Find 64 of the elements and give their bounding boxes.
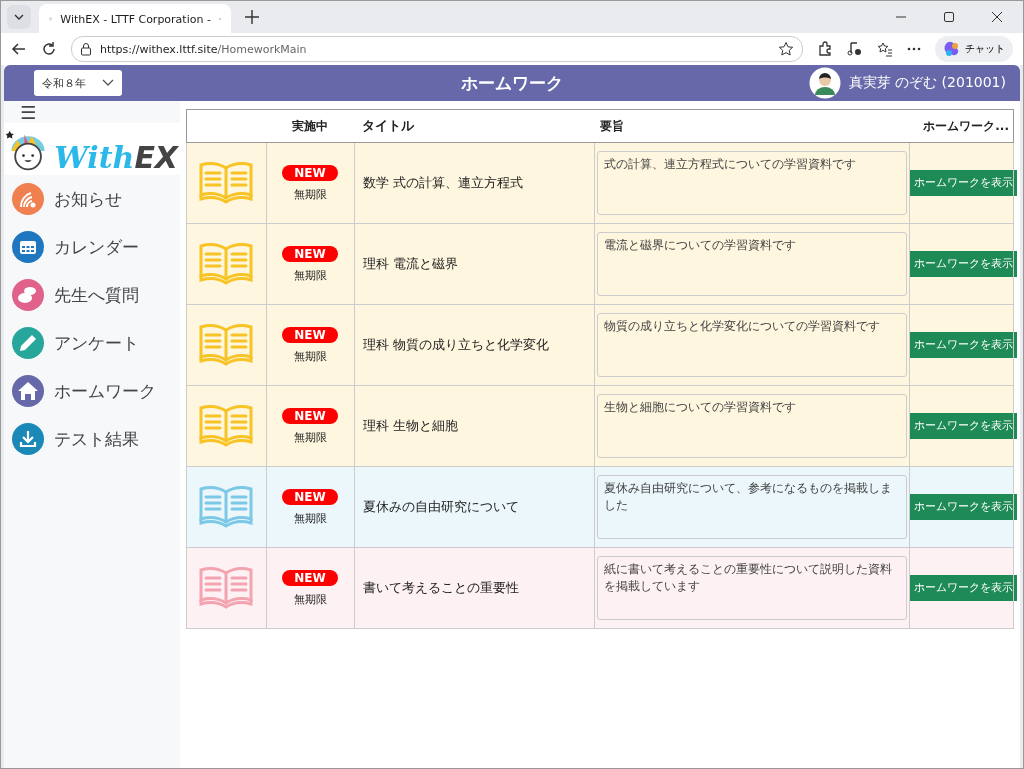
homework-title: 理科 電流と磁界 bbox=[362, 256, 458, 271]
summary-field[interactable]: 夏休み自由研究について、参考になるものを掲載しました bbox=[596, 475, 907, 539]
homework-title: 理科 生物と細胞 bbox=[362, 418, 458, 433]
nav-item[interactable]: カレンダー bbox=[4, 223, 180, 271]
new-badge: NEW bbox=[282, 488, 338, 505]
deadline-text: 無期限 bbox=[293, 267, 327, 283]
back-icon[interactable] bbox=[11, 41, 27, 57]
deadline-text: 無期限 bbox=[293, 510, 327, 526]
reload-icon[interactable] bbox=[41, 41, 57, 57]
column-header: 実施中 bbox=[292, 118, 328, 133]
browser-tab[interactable]: WithEX - LTTF Corporation - bbox=[39, 4, 231, 34]
new-badge: NEW bbox=[282, 245, 338, 262]
summary-field[interactable]: 物質の成り立ちと化学変化についての学習資料です bbox=[596, 313, 907, 377]
summary-field[interactable]: 式の計算、連立方程式についての学習資料です bbox=[596, 151, 907, 215]
summary-field[interactable]: 紙に書いて考えることの重要性について説明した資料を掲載しています bbox=[596, 556, 907, 620]
column-header: ホームワーク... bbox=[923, 118, 1009, 133]
show-homework-button[interactable]: ホームワークを表示 bbox=[909, 494, 1017, 520]
deadline-text: 無期限 bbox=[293, 429, 327, 445]
show-homework-button[interactable]: ホームワークを表示 bbox=[909, 251, 1017, 277]
nav-item[interactable]: 先生へ質問 bbox=[4, 271, 180, 319]
homework-title: 理科 物質の成り立ちと化学変化 bbox=[362, 337, 549, 352]
nav-item[interactable]: ホームワーク bbox=[4, 367, 180, 415]
avatar bbox=[808, 67, 841, 99]
homework-title: 書いて考えることの重要性 bbox=[362, 580, 519, 595]
nav-item[interactable]: お知らせ bbox=[4, 175, 180, 223]
show-homework-button[interactable]: ホームワークを表示 bbox=[909, 170, 1017, 196]
user-name: 真実芽 のぞむ (201001) bbox=[848, 74, 1006, 92]
deadline-text: 無期限 bbox=[293, 591, 327, 607]
menu-icon[interactable]: ☰ bbox=[20, 103, 37, 123]
nav-item[interactable]: テスト結果 bbox=[4, 415, 180, 463]
favorites-icon[interactable] bbox=[877, 41, 893, 57]
deadline-text: 無期限 bbox=[293, 348, 327, 364]
copilot-button[interactable]: チャット bbox=[935, 36, 1013, 62]
url-host: https://withex.lttf.site bbox=[100, 42, 218, 56]
show-homework-button[interactable]: ホームワークを表示 bbox=[909, 332, 1017, 358]
star-icon[interactable] bbox=[778, 41, 794, 57]
url-path: /HomeworkMain bbox=[217, 42, 307, 56]
tab-list-icon[interactable] bbox=[7, 5, 31, 29]
new-tab-icon[interactable] bbox=[245, 10, 259, 24]
year-select[interactable]: 令和８年 bbox=[34, 70, 122, 96]
maximize-icon[interactable] bbox=[943, 11, 955, 23]
address-bar[interactable]: https://withex.lttf.site/HomeworkMain bbox=[71, 36, 803, 62]
summary-field[interactable]: 電流と磁界についての学習資料です bbox=[596, 232, 907, 296]
logo: WithEX bbox=[4, 123, 180, 175]
homework-title: 夏休みの自由研究について bbox=[362, 499, 519, 514]
deadline-text: 無期限 bbox=[293, 186, 327, 202]
summary-field[interactable]: 生物と細胞についての学習資料です bbox=[596, 394, 907, 458]
homework-title: 数学 式の計算、連立方程式 bbox=[362, 175, 523, 190]
music-icon[interactable] bbox=[847, 41, 863, 57]
chevron-down-icon bbox=[102, 79, 114, 87]
column-header: 要旨 bbox=[600, 118, 624, 133]
page-title: ホームワーク bbox=[461, 71, 563, 95]
column-header: タイトル bbox=[362, 118, 414, 133]
show-homework-button[interactable]: ホームワークを表示 bbox=[909, 413, 1017, 439]
tab-title: WithEX - LTTF Corporation - bbox=[60, 12, 211, 26]
new-badge: NEW bbox=[282, 164, 338, 181]
nav-item[interactable]: アンケート bbox=[4, 319, 180, 367]
extension-icon[interactable] bbox=[817, 41, 833, 57]
new-badge: NEW bbox=[282, 326, 338, 343]
show-homework-button[interactable]: ホームワークを表示 bbox=[909, 575, 1017, 601]
copilot-icon bbox=[943, 40, 961, 58]
new-badge: NEW bbox=[282, 569, 338, 586]
new-badge: NEW bbox=[282, 407, 338, 424]
lock-icon bbox=[80, 42, 92, 56]
